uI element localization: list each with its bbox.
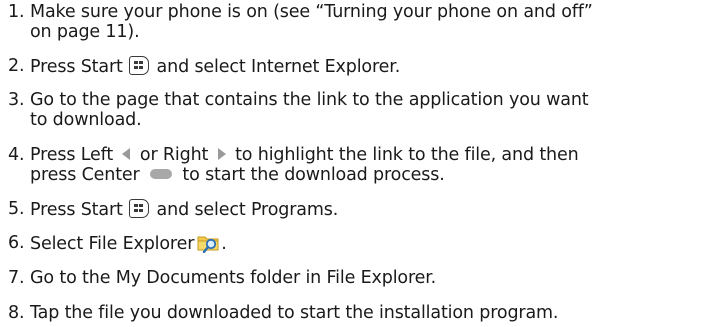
- windows-start-key-icon: [129, 56, 150, 75]
- step-text-part: to start the download process.: [177, 165, 445, 185]
- step-7: 7. Go to the My Documents folder in File…: [0, 268, 713, 288]
- step-number: 7.: [8, 268, 25, 288]
- step-5: 5. Press Start and select Programs.: [0, 199, 713, 220]
- step-text-part: .: [221, 234, 227, 254]
- step-number: 4.: [8, 145, 25, 165]
- step-text-part: Select File Explorer: [30, 234, 195, 254]
- step-text-part: and select Internet Explorer.: [151, 57, 401, 77]
- step-text-line: Go to the page that contains the link to…: [30, 90, 589, 110]
- step-text: Press Start and select Programs.: [30, 199, 713, 220]
- step-text-line: Press Left or Right to highlight the lin…: [30, 145, 713, 165]
- step-text-line: press Center to start the download proce…: [30, 165, 713, 185]
- nav-right-icon: [217, 148, 226, 160]
- step-text: Go to the page that contains the link to…: [30, 90, 713, 130]
- step-text: Tap the file you downloaded to start the…: [30, 303, 559, 323]
- step-text: Go to the My Documents folder in File Ex…: [30, 268, 437, 288]
- step-2: 2. Press Start and select Internet Explo…: [0, 56, 713, 77]
- step-number: 5.: [8, 199, 25, 219]
- step-text: Select File Explorer .: [30, 233, 713, 254]
- step-text: Make sure your phone is on (see “Turning…: [30, 2, 713, 42]
- step-text-line: to download.: [30, 110, 142, 130]
- step-text-part: and select Programs.: [151, 200, 339, 220]
- step-text-part: Press Left: [30, 145, 119, 165]
- file-explorer-icon: [197, 236, 219, 253]
- step-number: 8.: [8, 303, 25, 323]
- step-text-part: Press Start: [30, 57, 129, 77]
- step-text: Press Left or Right to highlight the lin…: [30, 145, 713, 185]
- step-number: 3.: [8, 90, 25, 110]
- step-8: 8. Tap the file you downloaded to start …: [0, 303, 713, 323]
- step-number: 1.: [8, 2, 25, 22]
- step-1: 1. Make sure your phone is on (see “Turn…: [0, 2, 713, 42]
- step-text: Press Start and select Internet Explorer…: [30, 56, 713, 77]
- step-text-part: or Right: [134, 145, 214, 165]
- step-text-part: to highlight the link to the file, and t…: [229, 145, 579, 165]
- nav-center-icon: [150, 169, 172, 179]
- step-text-part: Press Start: [30, 200, 129, 220]
- step-number: 6.: [8, 233, 25, 253]
- step-4: 4. Press Left or Right to highlight the …: [0, 145, 713, 185]
- step-text-line: on page 11).: [30, 22, 140, 42]
- windows-start-key-icon: [129, 199, 150, 218]
- nav-left-icon: [122, 148, 131, 160]
- step-6: 6. Select File Explorer .: [0, 233, 713, 254]
- step-3: 3. Go to the page that contains the link…: [0, 90, 713, 130]
- step-text-part: press Center: [30, 165, 145, 185]
- step-text-line: Make sure your phone is on (see “Turning…: [30, 2, 593, 22]
- step-number: 2.: [8, 56, 25, 76]
